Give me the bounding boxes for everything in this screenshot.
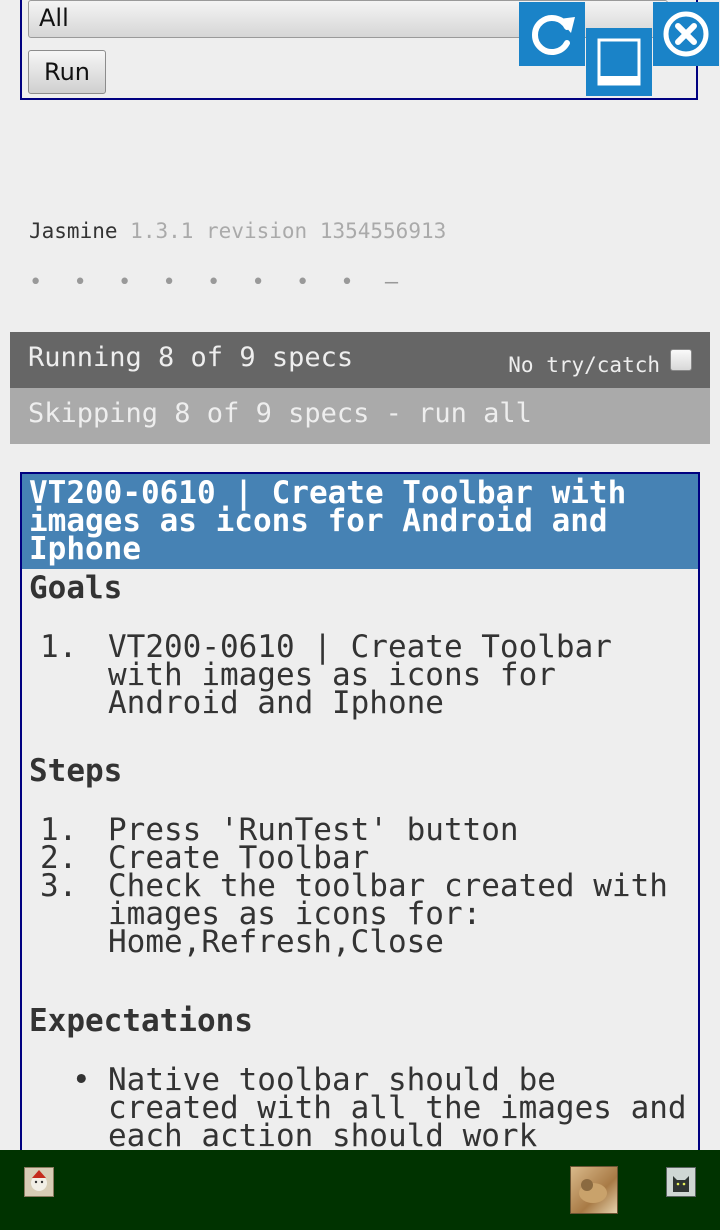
run-button-label: Run: [43, 58, 91, 86]
skipping-run-all-link[interactable]: Skipping 8 of 9 specs - run all: [28, 398, 532, 429]
goals-list: 1. VT200-0610 | Create Toolbar with imag…: [22, 629, 698, 719]
step-item: 3. Check the toolbar created with images…: [22, 868, 698, 958]
running-alert: Running 8 of 9 specs No try/catch: [10, 332, 710, 388]
no-try-catch-checkbox[interactable]: [670, 349, 692, 371]
spec-filter-value: All: [39, 4, 69, 32]
skipping-alert[interactable]: Skipping 8 of 9 specs - run all: [10, 388, 710, 444]
jasmine-version-line: Jasmine 1.3.1 revision 1354556913: [29, 219, 446, 243]
run-button[interactable]: Run: [28, 50, 106, 94]
expectations-heading: Expectations: [29, 1003, 253, 1039]
step-text: Check the toolbar created with images as…: [108, 868, 668, 960]
spec-details-panel: VT200-0610 | Create Toolbar with images …: [20, 472, 700, 1172]
refresh-button[interactable]: [519, 2, 585, 66]
animal-thumbnail-icon[interactable]: [570, 1166, 618, 1214]
spec-progress-dots: • • • • • • • • –: [29, 270, 408, 295]
close-icon: [663, 11, 709, 57]
santa-thumbnail-icon[interactable]: [24, 1167, 54, 1197]
running-specs-text: Running 8 of 9 specs: [28, 342, 354, 373]
step-number: 3.: [40, 868, 78, 904]
jasmine-version: 1.3.1 revision 1354556913: [130, 219, 447, 243]
close-button[interactable]: [653, 2, 719, 66]
steps-list: 1. Press 'RunTest' button 2. Create Tool…: [22, 815, 698, 958]
home-button[interactable]: [586, 28, 652, 96]
refresh-icon: [532, 15, 575, 55]
expectation-item: • Native toolbar should be created with …: [22, 1062, 698, 1152]
goal-text: VT200-0610 | Create Toolbar with images …: [108, 629, 612, 721]
bottom-toolbar: [0, 1150, 720, 1230]
goal-number: 1.: [40, 629, 78, 665]
spec-title: VT200-0610 | Create Toolbar with images …: [22, 474, 698, 569]
home-icon: [597, 38, 641, 86]
goal-item: 1. VT200-0610 | Create Toolbar with imag…: [22, 629, 698, 719]
cat-thumbnail-icon[interactable]: [666, 1167, 696, 1197]
no-try-catch-label: No try/catch: [508, 353, 660, 377]
steps-heading: Steps: [29, 753, 123, 789]
expectation-bullet: •: [72, 1062, 91, 1098]
goals-heading: Goals: [29, 570, 123, 606]
expectations-list: • Native toolbar should be created with …: [22, 1062, 698, 1152]
expectation-text: Native toolbar should be created with al…: [108, 1062, 687, 1154]
jasmine-name: Jasmine: [29, 219, 118, 243]
